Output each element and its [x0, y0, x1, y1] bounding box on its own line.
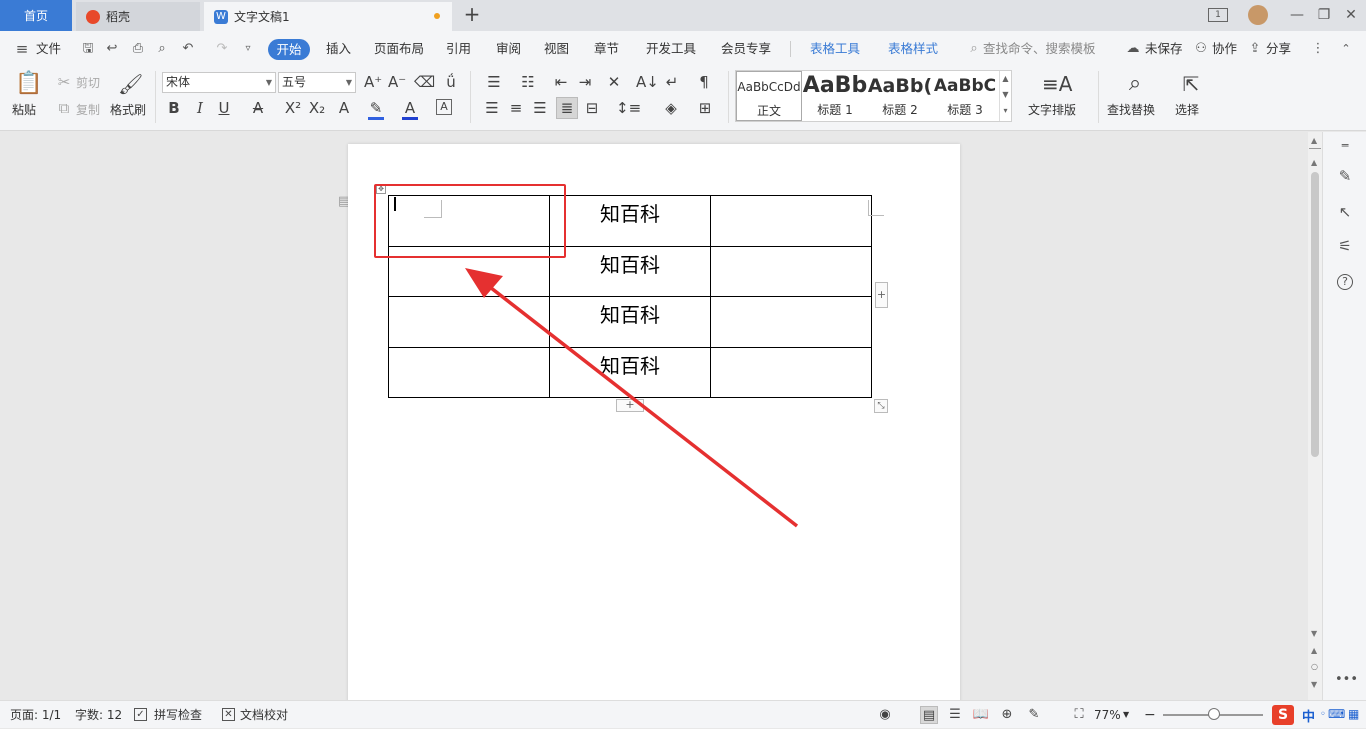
status-bar: 页面: 1/1 字数: 12 ✓ 拼写检查 ✕ 文档校对 ◉ ▤ ☰ 📖 ⊕ ✎… [0, 700, 1366, 728]
select-browse-icon[interactable]: ○ [1311, 662, 1318, 671]
ime-punct-icon[interactable]: ◦ [1320, 709, 1326, 720]
split-line [1309, 148, 1321, 149]
page-view-icon[interactable]: ▤ [920, 706, 938, 724]
page-count[interactable]: 页面: 1/1 [10, 701, 61, 729]
eye-protection-icon[interactable]: ◉ [876, 706, 894, 724]
fit-page-icon[interactable]: ⛶ [1070, 706, 1088, 724]
zoom-slider-handle[interactable] [1208, 708, 1220, 720]
proofread-icon: ✕ [222, 708, 235, 721]
word-count[interactable]: 字数: 12 [75, 701, 122, 729]
spell-check-icon: ✓ [134, 708, 147, 721]
side-panel: ═ ✎ ↖ ⚟ ? ••• [1322, 132, 1366, 700]
scrollbar-thumb[interactable] [1311, 172, 1319, 457]
proofread-button[interactable]: 文档校对 [240, 701, 288, 729]
more-options-icon[interactable]: ••• [1335, 670, 1358, 690]
pen-edit-icon[interactable]: ✎ [1335, 166, 1355, 186]
next-page-icon[interactable]: ▼ [1311, 680, 1317, 689]
help-icon[interactable]: ? [1337, 274, 1353, 290]
arrow-shaft [484, 282, 799, 528]
web-view-icon[interactable]: ⊕ [998, 706, 1016, 724]
ime-keyboard-icon[interactable]: ⌨ [1328, 707, 1345, 721]
zoom-out-icon[interactable]: − [1144, 701, 1156, 729]
panel-collapse-icon[interactable]: ═ [1335, 136, 1355, 156]
scroll-up-icon[interactable]: ▲ [1311, 158, 1317, 167]
scroll-up-icon[interactable]: ▲ [1311, 136, 1317, 145]
prev-page-icon[interactable]: ▲ [1311, 646, 1317, 655]
vertical-scrollbar[interactable]: ▲ ▲ ▼ ▲ ○ ▼ [1308, 132, 1322, 700]
annotation-arrow [465, 268, 799, 528]
ime-menu-icon[interactable]: ▦ [1348, 707, 1359, 721]
writing-mode-icon[interactable]: ✎ [1025, 706, 1043, 724]
adjust-sliders-icon[interactable]: ⚟ [1335, 236, 1355, 256]
spell-check-button[interactable]: 拼写检查 [154, 701, 202, 729]
sogou-logo-icon[interactable]: S [1272, 705, 1294, 725]
zoom-dropdown-icon[interactable]: ▼ [1123, 701, 1129, 729]
outline-view-icon[interactable]: ☰ [946, 706, 964, 724]
zoom-level[interactable]: 77% [1094, 701, 1121, 729]
pointer-select-icon[interactable]: ↖ [1335, 202, 1355, 222]
scroll-down-icon[interactable]: ▼ [1311, 629, 1317, 638]
ime-toolbar: S 中 ◦ ⌨ ▦ [1270, 703, 1366, 727]
reading-view-icon[interactable]: 📖 [972, 706, 990, 724]
ime-mode[interactable]: 中 [1302, 706, 1315, 725]
